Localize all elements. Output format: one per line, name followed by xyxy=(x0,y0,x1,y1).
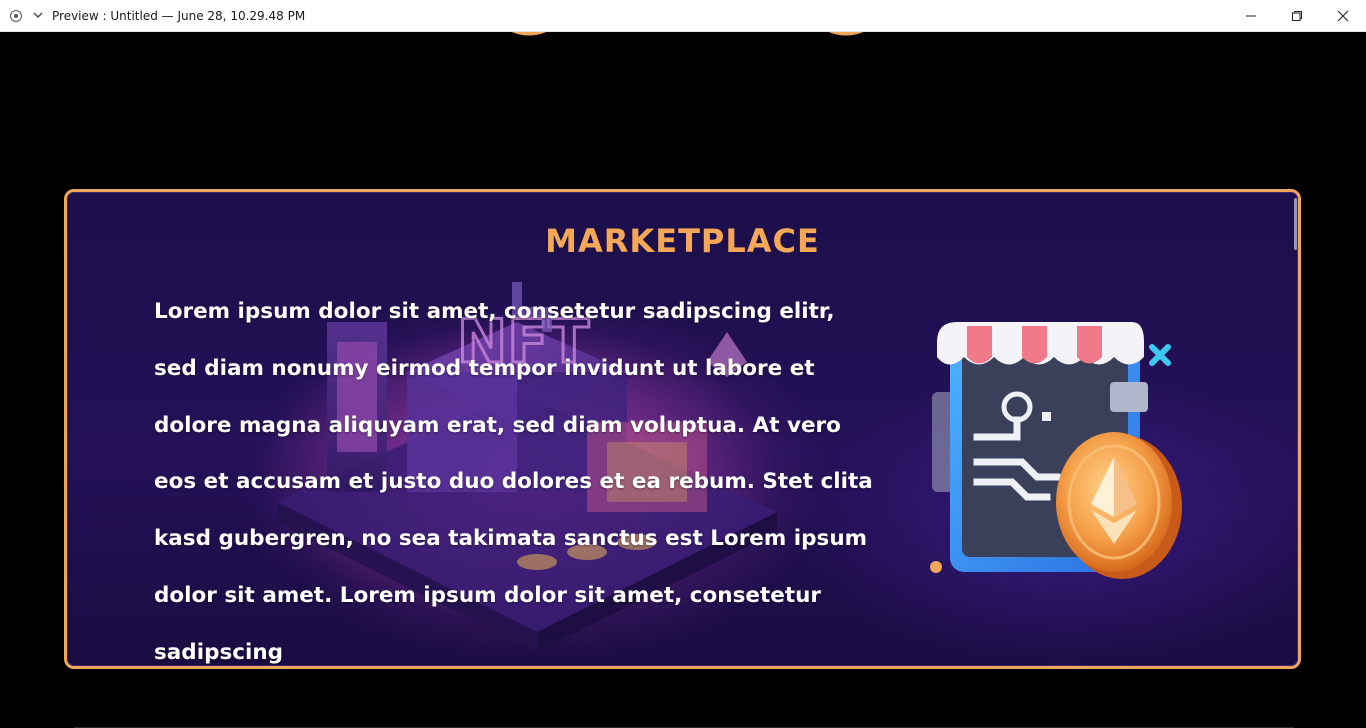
window-title: Preview : Untitled — June 28, 10.29.48 P… xyxy=(52,9,306,23)
orange-circle-decoration xyxy=(511,32,547,36)
marketplace-title: MARKETPLACE xyxy=(545,222,820,260)
app-record-icon[interactable] xyxy=(10,10,22,22)
minimize-button[interactable] xyxy=(1228,0,1274,32)
close-button[interactable] xyxy=(1320,0,1366,32)
chevron-down-icon[interactable] xyxy=(31,8,45,22)
minimize-icon xyxy=(1246,15,1256,17)
preview-content: NFT MARKETPLACE Lorem ipsum dolor sit am… xyxy=(0,32,1366,728)
close-icon xyxy=(1337,10,1349,22)
window-titlebar: Preview : Untitled — June 28, 10.29.48 P… xyxy=(0,0,1366,32)
nft-store-coin-illustration xyxy=(930,322,1182,579)
restore-button[interactable] xyxy=(1274,0,1320,32)
orange-circle-decoration xyxy=(828,32,864,36)
restore-icon xyxy=(1292,11,1302,21)
marketplace-description: Lorem ipsum dolor sit amet, consetetur s… xyxy=(154,299,873,665)
marketplace-card: NFT MARKETPLACE Lorem ipsum dolor sit am… xyxy=(64,189,1301,669)
